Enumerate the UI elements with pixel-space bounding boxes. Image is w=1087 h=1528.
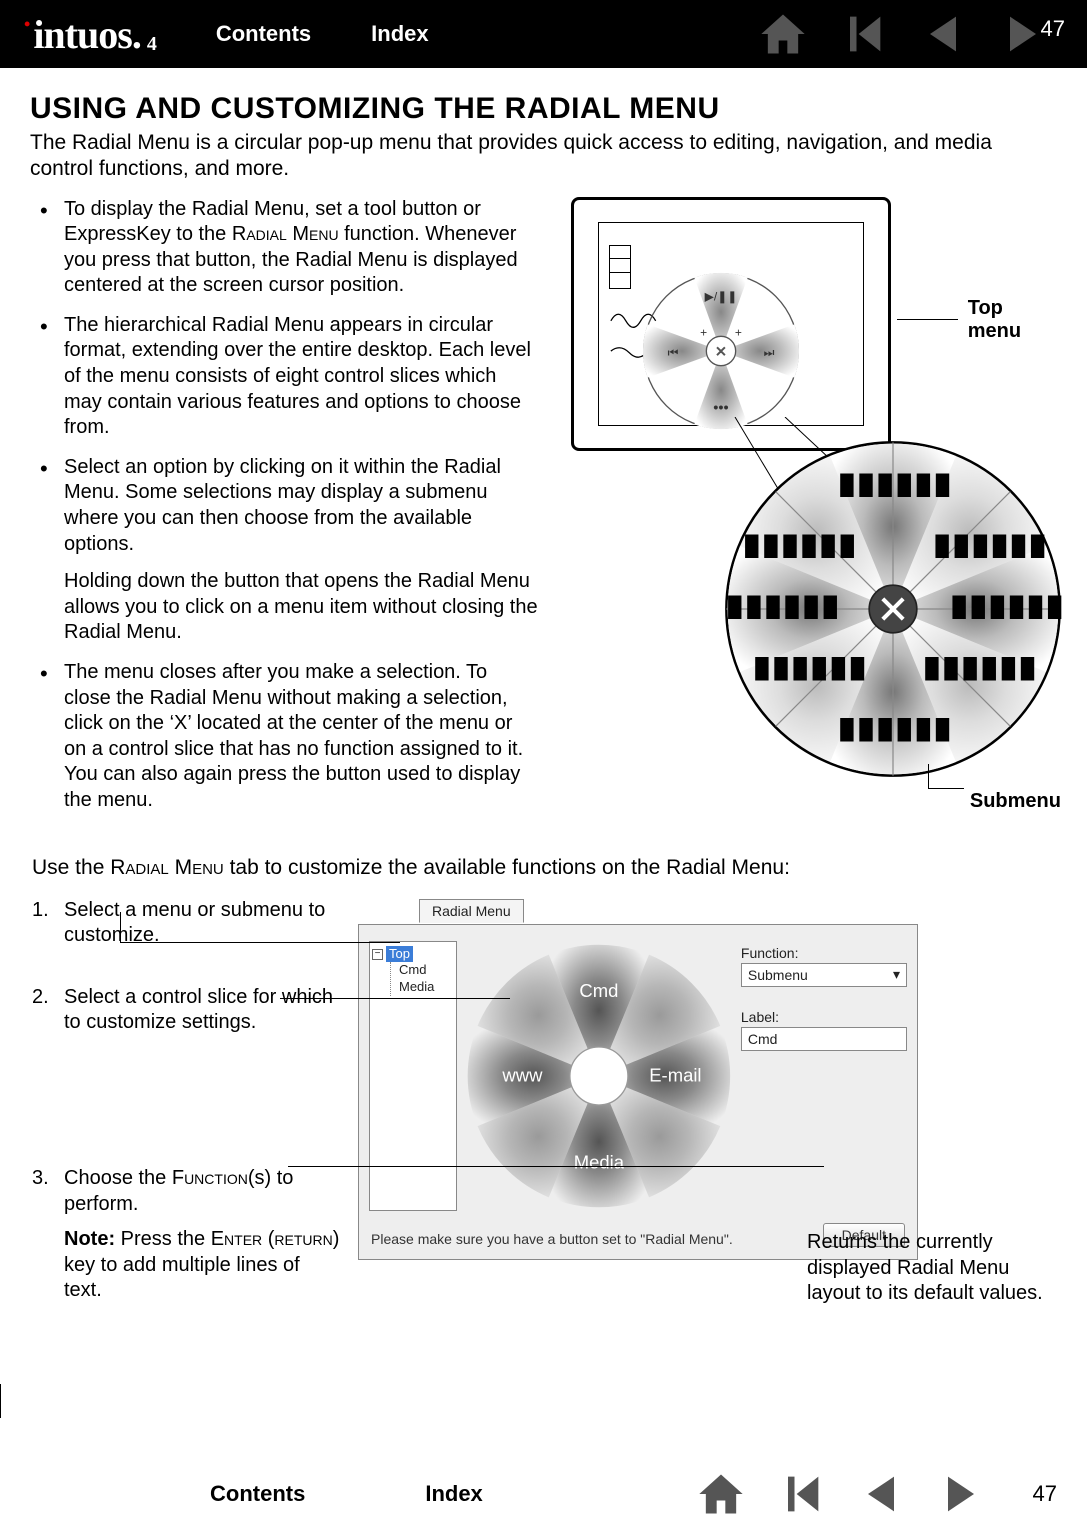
radial-menu-smcap-2: Radial Menu [110,856,224,879]
svg-text:•••: ••• [713,400,728,416]
tree-item-media[interactable]: Media [399,979,454,996]
lead-text: Use the Radial Menu tab to customize the… [32,856,1057,880]
function-value: Submenu [748,967,808,983]
svg-text:✕: ✕ [715,344,727,360]
contents-link-footer[interactable]: Contents [210,1481,305,1507]
lead-b: tab to customize the available functions… [224,856,790,879]
slice-top-label[interactable]: Cmd [580,979,619,1000]
svg-text:∎∎∎∎∎∎: ∎∎∎∎∎∎ [836,461,951,505]
svg-text:∎∎∎∎∎∎: ∎∎∎∎∎∎ [948,584,1063,628]
svg-text:+: + [735,325,742,339]
index-link-footer[interactable]: Index [425,1481,482,1507]
tree-root[interactable]: − Top [372,946,454,963]
connector-line [288,1166,824,1167]
panel-message: Please make sure you have a button set t… [371,1231,733,1247]
bullet-1: To display the Radial Menu, set a tool b… [64,197,539,299]
step-2: Select a control slice for which to cust… [32,985,342,1036]
brand-sub: 4 [147,33,156,56]
page-number-top: 47 [1041,16,1065,42]
note-label: Note: [64,1228,115,1250]
connector-line [0,1384,1,1418]
slice-bottom-label[interactable]: Media [574,1151,625,1172]
function-label: Function: [741,945,907,961]
connector-line [120,942,400,943]
step-note: Note: Press the Enter (return) key to ad… [64,1227,342,1304]
step-3: Choose the Function(s) to perform. Note:… [32,1166,342,1304]
svg-text:+: + [700,325,707,339]
brand-main: intuos [33,11,132,58]
contents-link[interactable]: Contents [216,21,311,47]
brand-dot: . [132,11,141,58]
bullet-3b: Holding down the button that opens the R… [64,569,539,646]
slice-left-label[interactable]: www [501,1064,543,1085]
page-title: USING AND CUSTOMIZING THE RADIAL MENU [30,92,1057,126]
prev-page-icon[interactable] [917,8,969,60]
bullet-2: The hierarchical Radial Menu appears in … [64,313,539,441]
prev-page-icon[interactable] [855,1468,907,1520]
radial-small-icon: ✕ ▶/❚❚ ••• ⏮ ⏭ + + [641,271,801,431]
bullet-3: Select an option by clicking on it withi… [64,455,539,646]
returns-callout: Returns the currently displayed Radial M… [807,1230,1057,1307]
monitor-illustration: ✕ ▶/❚❚ ••• ⏮ ⏭ + + [571,197,891,451]
bullet-list: To display the Radial Menu, set a tool b… [30,197,539,814]
connector-line [280,998,510,999]
tree-root-label[interactable]: Top [386,946,413,963]
note-a: Press the [115,1228,211,1250]
svg-text:⏮: ⏮ [668,345,679,359]
submenu-label: Submenu [970,790,1061,813]
palette-icon [609,245,631,289]
top-menu-label: Top menu [968,297,1057,343]
svg-text:∎∎∎∎∎∎: ∎∎∎∎∎∎ [751,645,866,689]
tree-item-cmd[interactable]: Cmd [399,962,454,979]
chevron-down-icon: ▾ [893,966,900,983]
page-number-footer: 47 [1033,1481,1057,1507]
svg-text:∎∎∎∎∎∎: ∎∎∎∎∎∎ [836,706,951,750]
steps-list: Select a menu or submenu to customize. S… [32,898,342,1304]
index-link[interactable]: Index [371,21,428,47]
step-3a: Choose the [64,1167,172,1189]
radial-menu-smcap: Radial Menu [232,223,339,245]
home-icon[interactable] [757,8,809,60]
menu-tree[interactable]: − Top Cmd Media [369,941,457,1211]
enter-smcap: Enter [211,1228,262,1250]
function-dropdown[interactable]: Submenu ▾ [741,963,907,987]
panel-tab[interactable]: Radial Menu [419,899,524,923]
note-b: ( [262,1228,274,1250]
svg-text:∎∎∎∎∎∎: ∎∎∎∎∎∎ [931,523,1046,567]
radial-diagram: ✕ ▶/❚❚ ••• ⏮ ⏭ + + Top menu [557,197,1057,817]
slice-right-label[interactable]: E-mail [649,1064,701,1085]
intro-text: The Radial Menu is a circular pop-up men… [30,130,1057,183]
logo-dot: • [24,14,29,35]
page-footer: Contents Index 47 [0,1468,1087,1520]
top-menu-callout: Top menu [897,297,1057,343]
next-page-icon[interactable] [935,1468,987,1520]
label-label: Label: [741,1009,907,1025]
svg-text:⏭: ⏭ [764,345,775,359]
bullet-3a: Select an option by clicking on it withi… [64,456,501,555]
label-value: Cmd [748,1031,778,1047]
brand-logo: • intuos. 4 [28,11,156,58]
collapse-icon[interactable]: − [372,949,383,960]
return-smcap: return [274,1228,332,1250]
nav-icons [757,8,1049,60]
radial-preview[interactable]: Cmd www E-mail Media [467,941,731,1211]
svg-text:∎∎∎∎∎∎: ∎∎∎∎∎∎ [740,523,855,567]
footer-nav-icons [695,1468,987,1520]
connector-line [120,912,121,942]
svg-text:∎∎∎∎∎∎: ∎∎∎∎∎∎ [921,645,1036,689]
lead-a: Use the [32,856,110,879]
first-page-icon[interactable] [775,1468,827,1520]
radial-submenu-illustration: ∎∎∎∎∎∎ ∎∎∎∎∎∎ ∎∎∎∎∎∎ ∎∎∎∎∎∎ ∎∎∎∎∎∎ ∎∎∎∎∎… [723,439,1063,779]
first-page-icon[interactable] [837,8,889,60]
home-icon[interactable] [695,1468,747,1520]
svg-text:∎∎∎∎∎∎: ∎∎∎∎∎∎ [723,584,838,628]
top-header: • intuos. 4 Contents Index 47 [0,0,1087,68]
label-input[interactable]: Cmd [741,1027,907,1051]
svg-text:▶/❚❚: ▶/❚❚ [705,289,738,303]
bullet-4: The menu closes after you make a selecti… [64,660,539,814]
radial-menu-settings-panel: Radial Menu − Top Cmd Media [358,924,918,1260]
function-smcap: Function [172,1167,248,1189]
